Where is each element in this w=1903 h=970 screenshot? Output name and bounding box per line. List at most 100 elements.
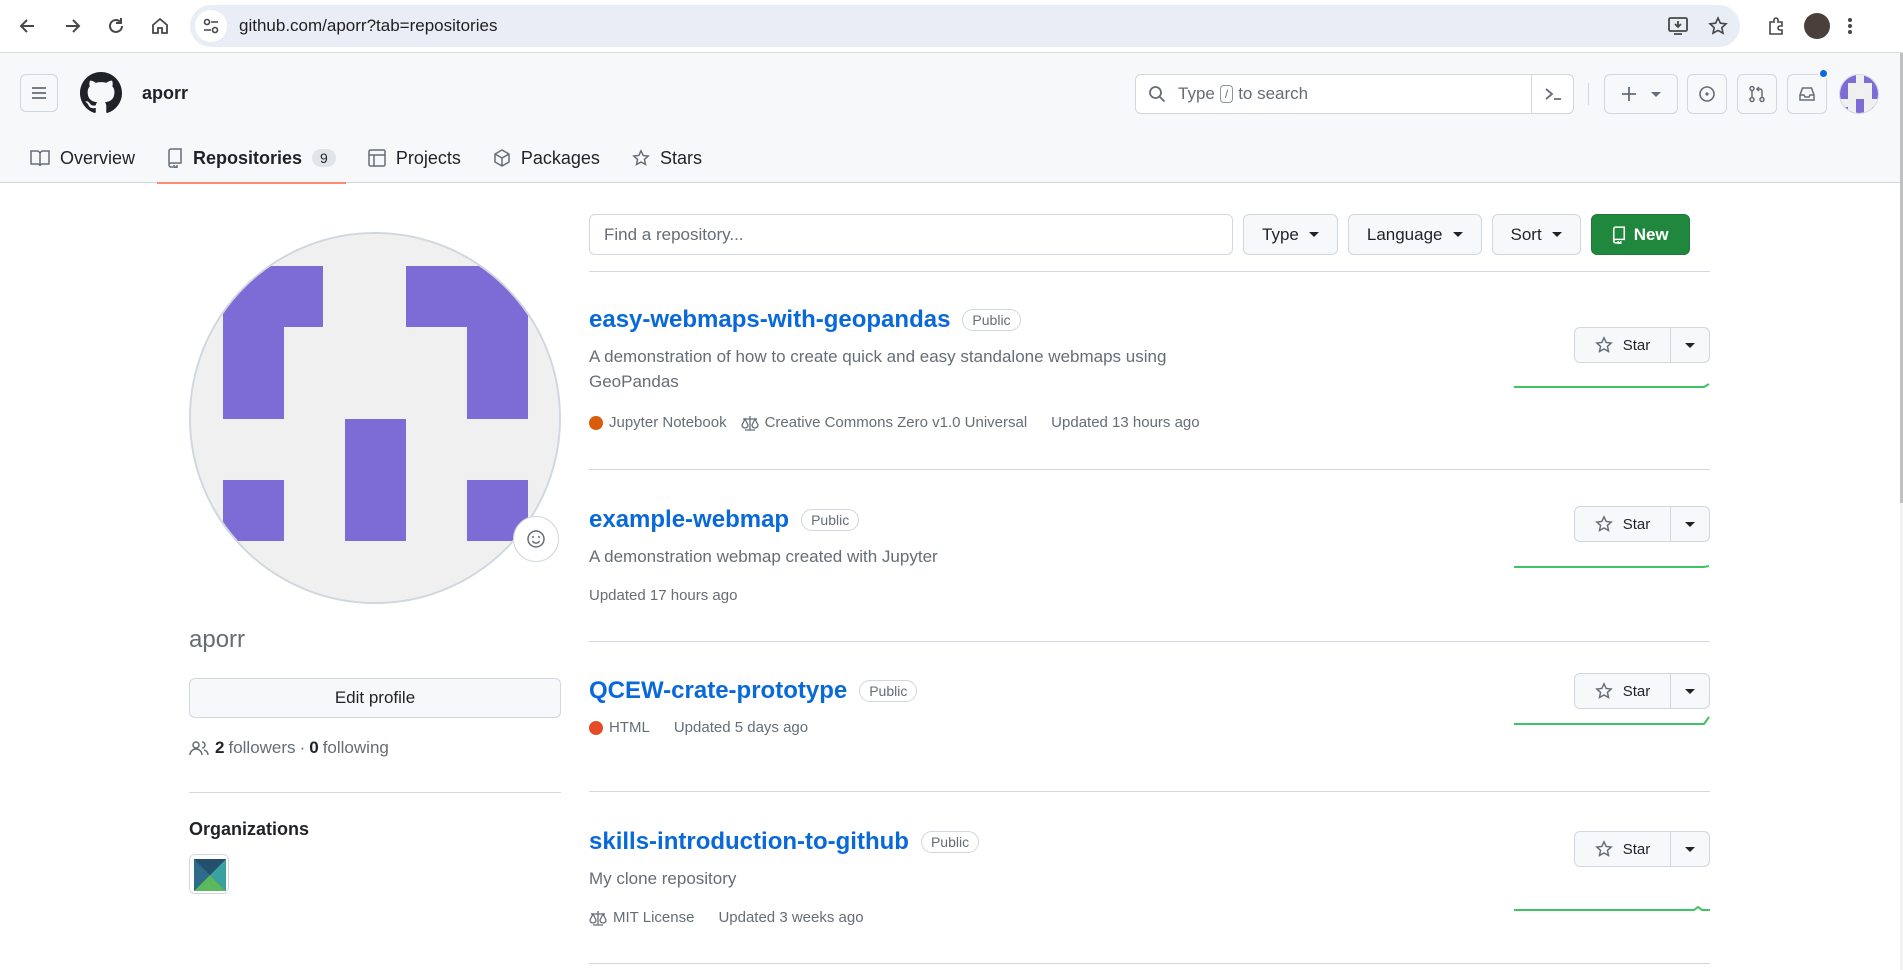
chevron-down-icon bbox=[1452, 232, 1463, 237]
site-settings-icon[interactable] bbox=[195, 10, 227, 42]
extensions-icon[interactable] bbox=[1758, 8, 1794, 44]
repo-name-link[interactable]: skills-introduction-to-github bbox=[589, 828, 909, 856]
repo-license: Creative Commons Zero v1.0 Universal bbox=[740, 414, 1027, 431]
followers-link[interactable]: followers bbox=[228, 738, 295, 758]
hamburger-menu-icon[interactable] bbox=[20, 74, 58, 112]
issues-icon[interactable] bbox=[1687, 74, 1727, 114]
edit-profile-button[interactable]: Edit profile bbox=[189, 678, 561, 718]
repo-count-badge: 9 bbox=[312, 149, 336, 167]
star-list-dropdown[interactable] bbox=[1671, 674, 1709, 708]
language-filter-button[interactable]: Language bbox=[1347, 214, 1482, 255]
tab-projects[interactable]: Projects bbox=[358, 133, 471, 183]
package-icon bbox=[493, 149, 521, 167]
address-bar[interactable]: github.com/aporr?tab=repositories bbox=[190, 5, 1740, 47]
repo-name-link[interactable]: example-webmap bbox=[589, 506, 789, 534]
repo-list-item: example-webmap Public A demonstration we… bbox=[589, 470, 1710, 642]
type-filter-button[interactable]: Type bbox=[1243, 214, 1338, 255]
header-username[interactable]: aporr bbox=[142, 83, 188, 104]
tab-packages[interactable]: Packages bbox=[483, 133, 610, 183]
profile-tabs: Overview Repositories 9 Projects Package… bbox=[20, 133, 724, 184]
repo-description: A demonstration of how to create quick a… bbox=[589, 347, 1167, 391]
find-repository-input[interactable]: Find a repository... bbox=[589, 214, 1233, 255]
star-list-dropdown[interactable] bbox=[1671, 328, 1709, 362]
activity-sparkline bbox=[1514, 565, 1710, 568]
pull-requests-icon[interactable] bbox=[1737, 74, 1777, 114]
star-button[interactable]: Star bbox=[1575, 674, 1671, 708]
plus-icon bbox=[1621, 86, 1637, 102]
chevron-down-icon bbox=[1685, 521, 1695, 527]
star-icon bbox=[1594, 336, 1623, 354]
repo-name-link[interactable]: easy-webmaps-with-geopandas bbox=[589, 306, 950, 334]
chevron-down-icon bbox=[1685, 688, 1695, 694]
tab-repositories[interactable]: Repositories 9 bbox=[157, 133, 346, 184]
visibility-badge: Public bbox=[962, 309, 1021, 331]
repo-language: Jupyter Notebook bbox=[589, 414, 727, 431]
chevron-down-icon bbox=[1685, 342, 1695, 348]
inbox-icon[interactable] bbox=[1787, 74, 1827, 114]
repo-meta: Jupyter Notebook Creative Commons Zero v… bbox=[589, 414, 1710, 431]
visibility-badge: Public bbox=[801, 509, 860, 531]
tab-stars[interactable]: Stars bbox=[622, 133, 712, 183]
sort-filter-button[interactable]: Sort bbox=[1491, 214, 1581, 255]
following-link[interactable]: following bbox=[323, 738, 389, 758]
law-icon bbox=[589, 910, 607, 926]
profile-avatar-large[interactable] bbox=[189, 232, 561, 604]
activity-sparkline bbox=[1514, 905, 1710, 911]
notification-dot bbox=[1818, 68, 1829, 79]
search-input[interactable]: Type / to search bbox=[1135, 74, 1574, 114]
set-status-smiley-icon[interactable] bbox=[513, 516, 559, 562]
repo-updated: Updated 13 hours ago bbox=[1051, 414, 1200, 431]
star-label: Star bbox=[1622, 336, 1651, 354]
tab-label: Overview bbox=[60, 147, 136, 168]
back-icon[interactable] bbox=[10, 8, 46, 44]
forward-icon[interactable] bbox=[54, 8, 90, 44]
language-label: HTML bbox=[609, 719, 650, 736]
organization-avatar[interactable] bbox=[189, 854, 229, 894]
github-logo-icon[interactable] bbox=[80, 72, 122, 114]
repo-updated: Updated 17 hours ago bbox=[589, 587, 738, 604]
following-count[interactable]: 0 bbox=[309, 738, 318, 758]
tab-label: Stars bbox=[659, 147, 702, 168]
menu-dots-icon[interactable] bbox=[1840, 8, 1860, 44]
star-list-dropdown[interactable] bbox=[1671, 507, 1709, 541]
home-icon[interactable] bbox=[142, 8, 178, 44]
repo-icon bbox=[1612, 225, 1634, 244]
star-button[interactable]: Star bbox=[1575, 832, 1671, 866]
star-label: Star bbox=[1622, 682, 1651, 700]
activity-sparkline bbox=[1514, 716, 1710, 725]
create-new-button[interactable] bbox=[1604, 74, 1678, 114]
repo-updated: Updated 3 weeks ago bbox=[718, 909, 864, 926]
repo-name-link[interactable]: QCEW-crate-prototype bbox=[589, 677, 847, 705]
star-button[interactable]: Star bbox=[1575, 507, 1671, 541]
visibility-badge: Public bbox=[859, 680, 918, 702]
star-list-dropdown[interactable] bbox=[1671, 832, 1709, 866]
book-icon bbox=[30, 149, 60, 167]
repositories-panel: Find a repository... Type Language Sort … bbox=[589, 214, 1710, 964]
new-repository-button[interactable]: New bbox=[1590, 214, 1690, 255]
type-filter-label: Type bbox=[1262, 224, 1299, 244]
install-app-icon[interactable] bbox=[1660, 8, 1696, 44]
command-palette-icon[interactable] bbox=[1531, 75, 1573, 113]
user-avatar[interactable] bbox=[1839, 74, 1879, 114]
star-icon bbox=[632, 149, 660, 167]
search-suffix: to search bbox=[1238, 84, 1309, 103]
bookmark-star-icon[interactable] bbox=[1700, 8, 1736, 44]
reload-icon[interactable] bbox=[98, 8, 134, 44]
tab-overview[interactable]: Overview bbox=[20, 133, 145, 183]
star-button[interactable]: Star bbox=[1575, 328, 1671, 362]
repo-license: MIT License bbox=[589, 909, 694, 926]
browser-toolbar: github.com/aporr?tab=repositories bbox=[0, 0, 1903, 53]
people-icon bbox=[189, 739, 209, 757]
tab-label: Repositories bbox=[193, 147, 303, 168]
license-label: MIT License bbox=[613, 909, 695, 926]
repo-meta: Updated 17 hours ago bbox=[589, 587, 1710, 604]
repo-updated: Updated 5 days ago bbox=[673, 719, 809, 736]
profile-avatar[interactable] bbox=[1804, 13, 1830, 39]
tab-label: Projects bbox=[395, 147, 461, 168]
url-text[interactable]: github.com/aporr?tab=repositories bbox=[239, 16, 1660, 36]
followers-count[interactable]: 2 bbox=[215, 738, 224, 758]
language-filter-label: Language bbox=[1366, 224, 1443, 244]
star-button-group: Star bbox=[1574, 831, 1710, 867]
search-prefix: Type bbox=[1178, 84, 1215, 103]
repo-icon bbox=[167, 148, 193, 168]
